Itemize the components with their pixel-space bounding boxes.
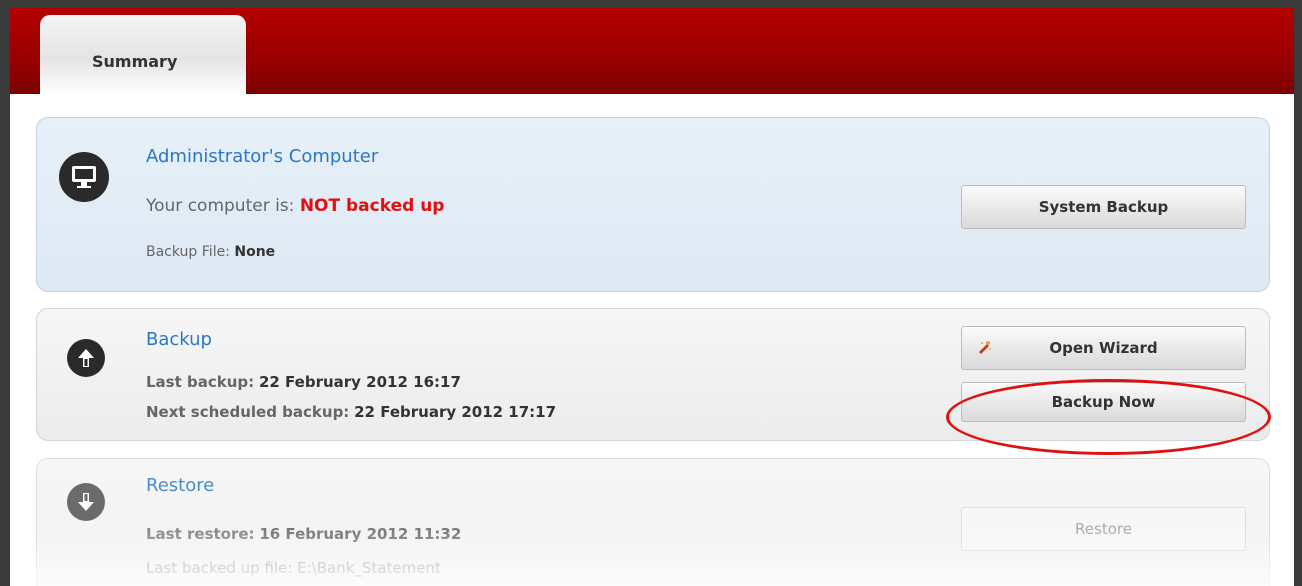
- computer-status-label: Your computer is:: [146, 196, 295, 216]
- computer-title: Administrator's Computer: [146, 146, 379, 167]
- backup-panel: Backup Last backup: 22 February 2012 16:…: [36, 308, 1270, 441]
- wizard-icon: [976, 339, 992, 355]
- app-window: Summary Administrator's Computer Your co…: [10, 8, 1294, 586]
- restore-button[interactable]: Restore: [961, 507, 1246, 551]
- computer-status-value: NOT backed up: [299, 196, 445, 216]
- last-backup-value: 22 February 2012 16:17: [258, 373, 461, 391]
- backup-title: Backup: [146, 329, 212, 350]
- open-wizard-button[interactable]: Open Wizard: [961, 326, 1246, 370]
- next-backup-label: Next scheduled backup:: [146, 403, 350, 421]
- last-backup-label: Last backup:: [146, 373, 255, 391]
- backup-file-label: Backup File:: [146, 244, 230, 260]
- download-arrow-icon: [67, 483, 105, 521]
- computer-panel: Administrator's Computer Your computer i…: [36, 117, 1270, 292]
- computer-status: Your computer is: NOT backed up: [146, 196, 444, 216]
- last-file-line: Last backed up file: E:\Bank_Statement: [146, 559, 441, 577]
- backup-file-line: Backup File: None: [146, 244, 275, 260]
- last-file-label: Last backed up file:: [146, 559, 293, 577]
- backup-now-button[interactable]: Backup Now: [961, 382, 1246, 422]
- backup-file-value: None: [234, 244, 276, 260]
- system-backup-button[interactable]: System Backup: [961, 185, 1246, 229]
- last-restore-line: Last restore: 16 February 2012 11:32: [146, 525, 461, 543]
- last-backup-line: Last backup: 22 February 2012 16:17: [146, 373, 461, 391]
- tab-summary-label: Summary: [92, 52, 178, 71]
- last-restore-value: 16 February 2012 11:32: [259, 525, 462, 543]
- open-wizard-label: Open Wizard: [1049, 339, 1158, 357]
- last-file-value: E:\Bank_Statement: [297, 559, 441, 577]
- upload-arrow-icon: [67, 339, 105, 377]
- next-backup-value: 22 February 2012 17:17: [354, 403, 557, 421]
- monitor-icon: [59, 152, 109, 202]
- window-frame: Summary Administrator's Computer Your co…: [0, 0, 1302, 586]
- last-restore-label: Last restore:: [146, 525, 255, 543]
- tab-summary[interactable]: Summary: [40, 15, 246, 95]
- restore-panel: Restore Last restore: 16 February 2012 1…: [36, 458, 1270, 586]
- restore-title: Restore: [146, 475, 215, 496]
- next-backup-line: Next scheduled backup: 22 February 2012 …: [146, 403, 556, 421]
